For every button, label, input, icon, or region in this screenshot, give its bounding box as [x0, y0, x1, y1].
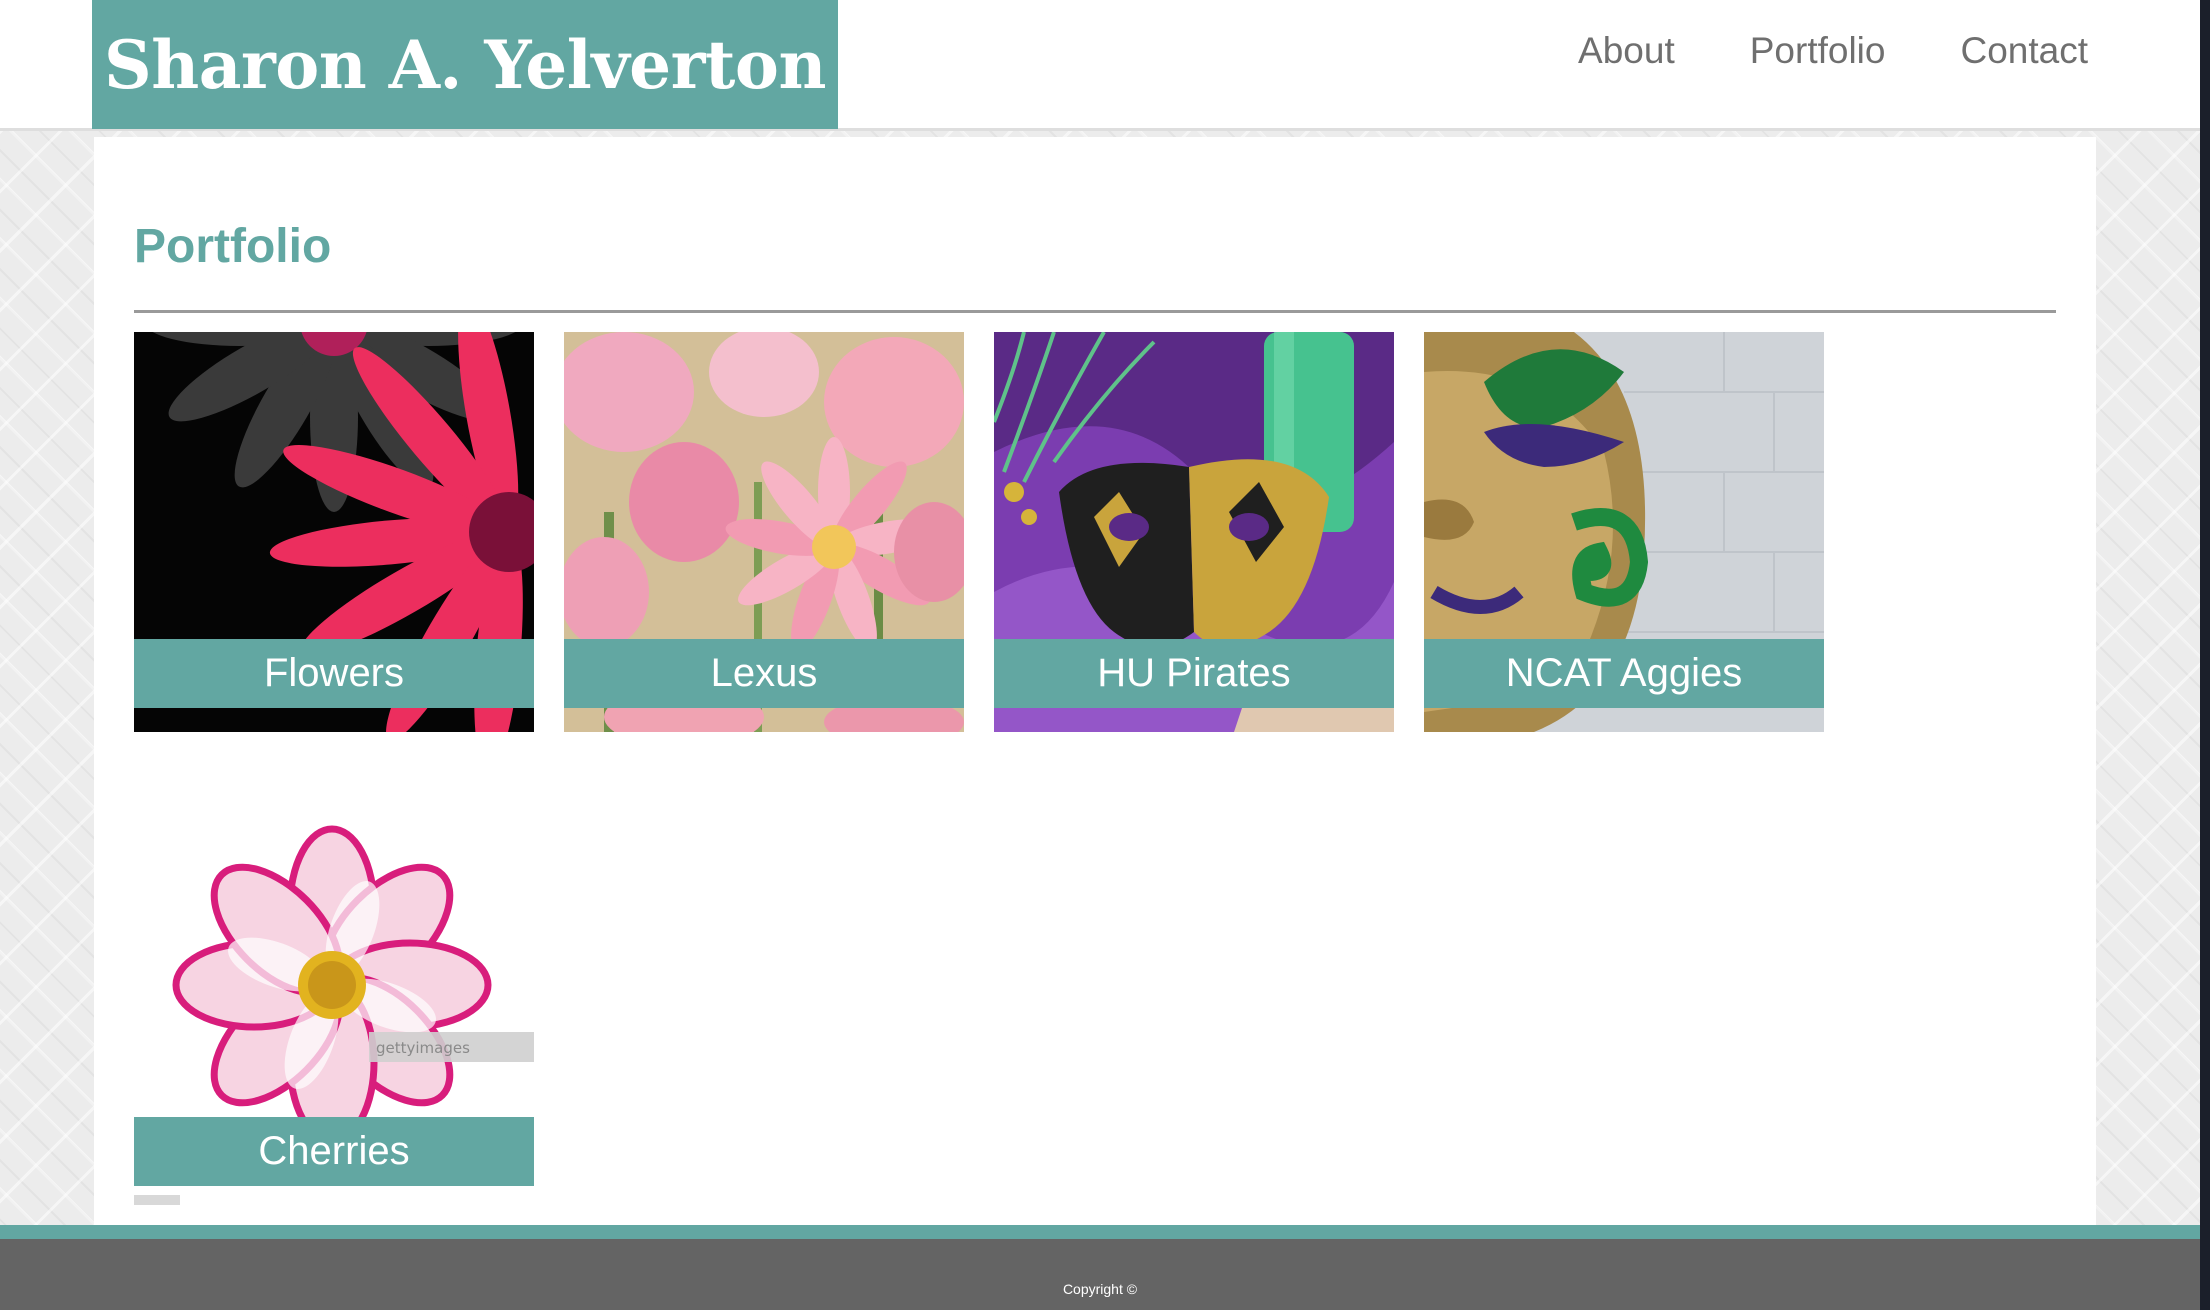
- site-header: Sharon A. Yelverton About Portfolio Cont…: [0, 0, 2200, 131]
- portfolio-item-ncat-aggies[interactable]: NCAT Aggies: [1424, 332, 1824, 732]
- portfolio-item-label: HU Pirates: [994, 639, 1394, 708]
- window-edge: [2200, 0, 2210, 1310]
- portfolio-item-label: Flowers: [134, 639, 534, 708]
- page-title: Portfolio: [134, 220, 332, 273]
- nav-link-contact[interactable]: Contact: [1960, 30, 2088, 72]
- main-nav: About Portfolio Contact: [1578, 30, 2088, 72]
- content-panel: Portfolio Flowers Lexus HU Pirates NCAT …: [94, 137, 2096, 1225]
- cherries-watermark: gettyimages: [376, 1039, 470, 1057]
- portfolio-item-hu-pirates[interactable]: HU Pirates: [994, 332, 1394, 732]
- portfolio-item-flowers[interactable]: Flowers: [134, 332, 534, 732]
- nav-link-about[interactable]: About: [1578, 30, 1675, 72]
- site-logo[interactable]: Sharon A. Yelverton: [92, 0, 838, 129]
- portfolio-item-label: Cherries: [134, 1117, 534, 1186]
- portfolio-item-cherries[interactable]: gettyimages Cherries: [134, 810, 534, 1210]
- portfolio-item-label: NCAT Aggies: [1424, 639, 1824, 708]
- portfolio-item-label: Lexus: [564, 639, 964, 708]
- nav-link-portfolio[interactable]: Portfolio: [1750, 30, 1886, 72]
- pagination-placeholder: [134, 1195, 180, 1205]
- title-divider: [134, 310, 2056, 313]
- site-footer: Copyright ©: [0, 1239, 2200, 1310]
- site-title: Sharon A. Yelverton: [104, 25, 826, 104]
- copyright-text: Copyright ©: [1062, 1281, 1138, 1297]
- footer-divider: [0, 1225, 2200, 1239]
- portfolio-item-lexus[interactable]: Lexus: [564, 332, 964, 732]
